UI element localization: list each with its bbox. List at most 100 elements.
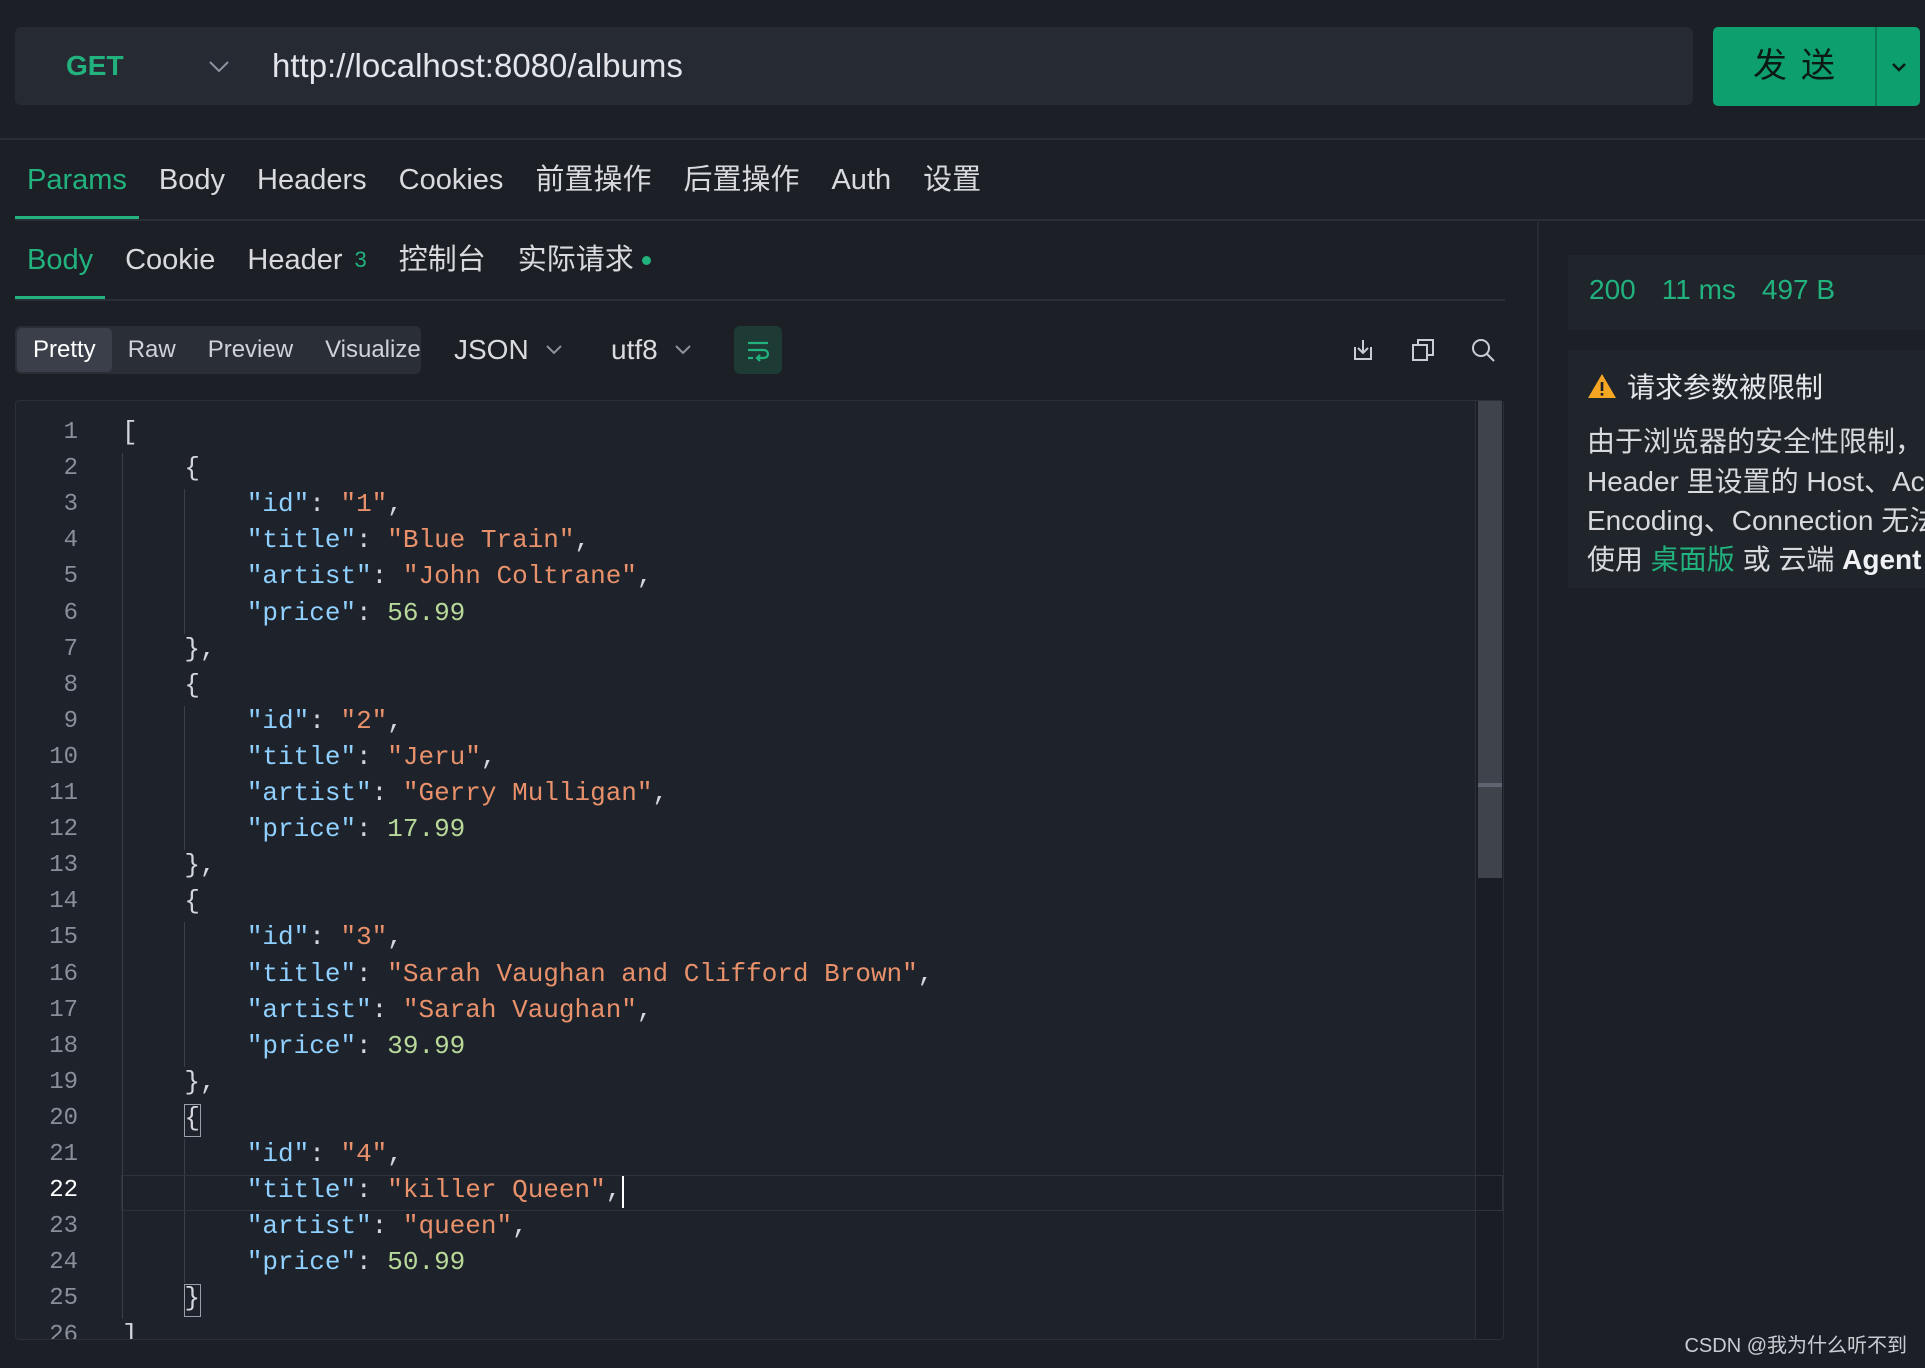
code-line: { [122,453,201,484]
tab-cookies[interactable]: Cookies [399,140,504,220]
warning-text: 使用 [1587,544,1651,575]
line-number: 8 [63,671,78,699]
line-number: 4 [63,527,78,555]
tab-response-header-label: Header [247,244,343,276]
send-options-dropdown[interactable] [1877,27,1920,106]
tab-pre-request[interactable]: 前置操作 [535,140,651,220]
status-code: 200 [1589,274,1636,305]
word-wrap-toggle[interactable] [734,326,782,374]
code-line: "id": "1", [246,489,403,520]
tab-params[interactable]: Params [15,140,139,220]
copy-button[interactable] [1407,334,1439,366]
status-dot [641,255,651,265]
code-line: }, [122,633,216,664]
tab-console[interactable]: 控制台 [399,220,486,300]
download-button[interactable] [1347,334,1379,366]
tab-body[interactable]: Body [159,140,225,220]
code-line: "artist": "John Coltrane", [246,561,653,592]
view-pretty-button[interactable]: Pretty [17,328,112,372]
line-number: 2 [63,455,78,483]
indent-guide [184,705,186,851]
url-input[interactable]: http://localhost:8080/albums [272,27,683,105]
current-line-highlight [121,1175,1503,1212]
code-line: { [122,886,201,917]
tab-post-request[interactable]: 后置操作 [683,140,799,220]
method-select[interactable]: GET [66,27,236,105]
send-button[interactable]: 发送 [1713,27,1920,106]
chevron-down-icon [674,345,691,355]
request-tabs: Params Body Headers Cookies 前置操作 后置操作 Au… [15,140,1013,220]
line-number: 3 [63,491,78,519]
line-number: 15 [49,924,78,952]
method-label: GET [66,50,124,81]
line-number: 25 [49,1285,78,1313]
warning-icon [1588,374,1616,398]
line-number-gutter: 1 2 3 4 5 6 7 8 9 10 11 12 13 14 15 16 17 18 19 20 21 22 23 24 2… [16,401,78,1339]
tab-settings[interactable]: 设置 [923,140,981,220]
warning-title-text: 请求参数被限制 [1627,372,1824,403]
warning-text: 或 云端 [1734,544,1843,575]
line-number: 20 [49,1104,78,1132]
download-icon [1354,340,1372,360]
matching-bracket [184,1284,201,1318]
line-number: 7 [63,635,78,663]
code-line: }, [122,1066,216,1097]
view-raw-button[interactable]: Raw [112,328,192,372]
warning-line: 由于浏览器的安全性限制， [1587,426,1924,457]
line-number: 16 [49,960,78,988]
format-label: JSON [454,334,529,365]
code-line: ] [122,1319,138,1340]
code-line: "price": 17.99 [246,814,466,845]
search-button[interactable] [1467,334,1499,366]
warning-line: Header 里设置的 Host、Acc [1587,466,1925,497]
line-number: 23 [49,1213,78,1241]
code-line: { [122,669,201,700]
tab-response-body[interactable]: Body [14,220,106,300]
format-select[interactable]: JSON [454,326,565,374]
desktop-version-link[interactable]: 桌面版 [1651,544,1735,575]
panel-divider[interactable] [1537,222,1539,1368]
line-number: 10 [49,743,78,771]
tab-response-cookie[interactable]: Cookie [125,220,215,300]
code-line: "id": "2", [246,705,403,736]
tab-actual-request[interactable]: 实际请求 [518,220,651,300]
scrollbar-thumb[interactable] [1478,401,1502,878]
line-number: 14 [49,888,78,916]
line-number: 22 [49,1177,78,1205]
code-line: "price": 50.99 [246,1247,466,1278]
code-line: "title": "Sarah Vaughan and Clifford Bro… [246,958,934,989]
agent-link[interactable]: Agent [1842,544,1921,575]
code-line: "artist": "Sarah Vaughan", [246,994,653,1025]
line-number: 12 [49,816,78,844]
view-preview-button[interactable]: Preview [192,328,309,372]
code-line: [ [122,417,138,447]
response-status: 200 11 ms 497 B [1589,274,1861,306]
response-body-editor[interactable]: 1 2 3 4 5 6 7 8 9 10 11 12 13 14 15 16 17 18 19 20 21 22 23 24 2… [15,400,1504,1340]
chevron-down-icon [545,345,562,355]
line-number: 24 [49,1249,78,1277]
encoding-select[interactable]: utf8 [611,326,694,374]
tab-headers[interactable]: Headers [257,140,367,220]
line-number: 18 [49,1032,78,1060]
line-number: 26 [49,1321,78,1340]
response-tabs: Body Cookie Header 3 控制台 实际请求 [14,220,683,300]
code-line: }, [122,850,216,881]
indent-guide [184,1139,186,1284]
view-visualize-button[interactable]: Visualize [309,328,437,372]
code-line: "price": 56.99 [246,597,466,628]
warning-line: Encoding、Connection 无法 [1587,505,1925,536]
warning-title: 请求参数被限制 [1587,366,1823,406]
scrollbar-position-marker [1478,783,1502,787]
code-line: "id": "4", [246,1139,403,1169]
send-button-label: 发送 [1753,47,1849,85]
copy-icon [1412,339,1434,361]
tab-response-header[interactable]: Header 3 [247,220,366,300]
chevron-down-icon [1891,62,1906,72]
response-time: 11 ms [1661,274,1736,305]
code-line: "price": 39.99 [246,1030,466,1061]
watermark: CSDN @我为什么听不到 [1684,1335,1907,1357]
request-bar [15,27,1693,105]
line-number: 6 [63,599,78,627]
tab-auth[interactable]: Auth [831,140,891,220]
indent-guide [184,922,186,1067]
